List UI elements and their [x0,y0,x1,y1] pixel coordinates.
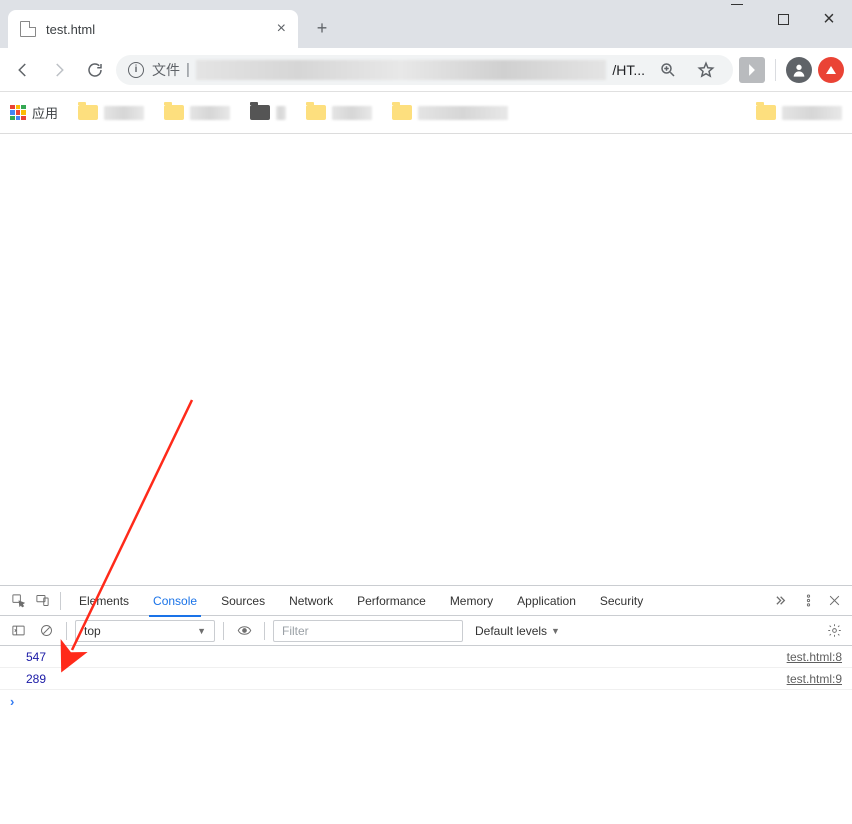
console-log-source-link[interactable]: test.html:8 [787,650,842,664]
tab-strip: test.html × + × [0,0,852,48]
devtools-panel: Elements Console Sources Network Perform… [0,585,852,824]
apps-label: 应用 [32,103,58,122]
console-log-value: 547 [26,650,46,664]
bookmark-folder[interactable] [164,105,230,120]
prompt-chevron-icon: › [10,694,14,709]
zoom-icon[interactable] [653,55,683,85]
browser-toolbar: i 文件 | /HT... [0,48,852,92]
tab-console[interactable]: Console [141,586,209,616]
tab-memory[interactable]: Memory [438,586,505,616]
tab-sources[interactable]: Sources [209,586,277,616]
tab-security[interactable]: Security [588,586,655,616]
chevron-down-icon: ▼ [197,626,206,636]
profile-avatar[interactable] [786,57,812,83]
url-scheme-label: 文件 [152,60,180,80]
extension-icon[interactable] [739,57,765,83]
url-redacted [196,60,606,80]
console-output: 547 test.html:8 289 test.html:9 › [0,646,852,824]
forward-button[interactable] [44,55,74,85]
tab-title: test.html [46,22,277,37]
device-toolbar-icon[interactable] [30,589,54,613]
inspect-element-icon[interactable] [6,589,30,613]
bookmarks-bar: 应用 [0,92,852,134]
bookmark-folder[interactable] [306,105,372,120]
apps-shortcut[interactable]: 应用 [10,103,58,122]
close-tab-icon[interactable]: × [277,20,286,38]
chevron-down-icon: ▼ [551,626,560,636]
log-level-label: Default levels [475,624,547,638]
execution-context-selector[interactable]: top ▼ [75,620,215,642]
tab-network[interactable]: Network [277,586,345,616]
log-level-selector[interactable]: Default levels ▼ [467,620,568,642]
new-tab-button[interactable]: + [308,14,336,42]
clear-console-icon[interactable] [34,619,58,643]
toolbar-separator [775,59,776,81]
tab-application[interactable]: Application [505,586,588,616]
apps-grid-icon [10,105,26,121]
url-suffix: /HT... [612,62,645,78]
console-prompt[interactable]: › [0,690,852,712]
bookmark-folder[interactable] [756,105,842,120]
reload-button[interactable] [80,55,110,85]
console-settings-icon[interactable] [822,619,846,643]
window-controls: × [714,0,852,38]
bookmark-folder[interactable] [392,105,508,120]
console-filter-input[interactable] [273,620,463,642]
execution-context-label: top [84,624,101,638]
site-info-icon[interactable]: i [128,62,144,78]
bookmark-star-icon[interactable] [691,55,721,85]
bookmark-folder[interactable] [250,105,286,120]
devtools-menu-icon[interactable] [796,589,820,613]
url-separator: | [186,61,190,78]
console-log-value: 289 [26,672,46,686]
address-bar[interactable]: i 文件 | /HT... [116,55,733,85]
maximize-button[interactable] [760,4,806,34]
devtools-tab-bar: Elements Console Sources Network Perform… [0,586,852,616]
back-button[interactable] [8,55,38,85]
more-tabs-icon[interactable] [770,589,794,613]
page-viewport [0,134,852,585]
tab-elements[interactable]: Elements [67,586,141,616]
devtools-close-icon[interactable] [822,589,846,613]
console-log-source-link[interactable]: test.html:9 [787,672,842,686]
file-icon [20,21,36,37]
live-expression-icon[interactable] [232,619,256,643]
console-log-row: 547 test.html:8 [0,646,852,668]
minimize-button[interactable] [714,4,760,34]
bookmark-folder[interactable] [78,105,144,120]
console-toolbar: top ▼ Default levels ▼ [0,616,852,646]
console-sidebar-toggle-icon[interactable] [6,619,30,643]
browser-tab[interactable]: test.html × [8,10,298,48]
console-log-row: 289 test.html:9 [0,668,852,690]
close-window-button[interactable]: × [806,4,852,34]
update-available-icon[interactable] [818,57,844,83]
tab-performance[interactable]: Performance [345,586,438,616]
